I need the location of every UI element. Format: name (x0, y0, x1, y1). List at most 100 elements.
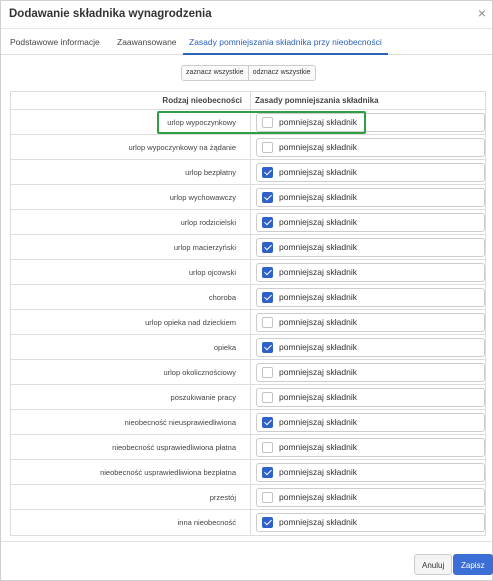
table-row: urlop macierzyński pomniejszaj składnik (11, 235, 485, 260)
reduction-rule-cell: pomniejszaj składnik (250, 260, 487, 285)
close-icon[interactable]: × (478, 6, 486, 20)
reduce-component-checkbox[interactable] (262, 467, 273, 478)
table-row: opieka pomniejszaj składnik (11, 335, 485, 360)
reduction-rule-cell: pomniejszaj składnik (250, 510, 487, 535)
tab-basic-info[interactable]: Podstawowe informacje (4, 29, 106, 55)
table-row: urlop wypoczynkowy pomniejszaj składnik (11, 110, 485, 135)
dialog-titlebar: Dodawanie składnika wynagrodzenia × (1, 1, 492, 29)
reduce-component-checkbox[interactable] (262, 217, 273, 228)
reduce-component-checkbox[interactable] (262, 292, 273, 303)
reduce-component-label: pomniejszaj składnik (279, 142, 357, 152)
reduce-component-field[interactable]: pomniejszaj składnik (256, 338, 485, 357)
reduce-component-checkbox[interactable] (262, 267, 273, 278)
table-row: przestój pomniejszaj składnik (11, 485, 485, 510)
table-row: choroba pomniejszaj składnik (11, 285, 485, 310)
table-body: urlop wypoczynkowy pomniejszaj składnik ur… (11, 110, 485, 535)
reduce-component-field[interactable]: pomniejszaj składnik (256, 513, 485, 532)
reduction-rule-cell: pomniejszaj składnik (250, 210, 487, 235)
reduce-component-label: pomniejszaj składnik (279, 367, 357, 377)
table-row: urlop wychowawczy pomniejszaj składnik (11, 185, 485, 210)
reduce-component-label: pomniejszaj składnik (279, 467, 357, 477)
absence-type-label: nieobecność nieusprawiedliwiona (124, 418, 236, 427)
reduce-component-checkbox[interactable] (262, 417, 273, 428)
reduce-component-field[interactable]: pomniejszaj składnik (256, 188, 485, 207)
table-row: nieobecność usprawiedliwiona płatna pomni… (11, 435, 485, 460)
reduce-component-label: pomniejszaj składnik (279, 167, 357, 177)
reduce-component-label: pomniejszaj składnik (279, 392, 357, 402)
reduce-component-checkbox[interactable] (262, 117, 273, 128)
reduce-component-field[interactable]: pomniejszaj składnik (256, 238, 485, 257)
reduce-component-field[interactable]: pomniejszaj składnik (256, 438, 485, 457)
reduction-rule-cell: pomniejszaj składnik (250, 410, 487, 435)
reduce-component-checkbox[interactable] (262, 492, 273, 503)
absence-type-label: urlop rodzicielski (180, 218, 236, 227)
absence-type-label: urlop bezpłatny (185, 168, 236, 177)
reduce-component-field[interactable]: pomniejszaj składnik (256, 363, 485, 382)
cancel-button[interactable]: Anuluj (414, 554, 453, 575)
reduction-rule-cell: pomniejszaj składnik (250, 385, 487, 410)
deselect-all-button[interactable]: odznacz wszystkie (247, 66, 315, 80)
reduction-rule-cell: pomniejszaj składnik (250, 485, 487, 510)
reduce-component-checkbox[interactable] (262, 167, 273, 178)
reduce-component-field[interactable]: pomniejszaj składnik (256, 488, 485, 507)
table-header: Rodzaj nieobecności Zasady pomniejszania… (11, 92, 485, 110)
table-row: urlop okolicznościowy pomniejszaj składni… (11, 360, 485, 385)
reduction-rule-cell: pomniejszaj składnik (250, 335, 487, 360)
absence-rules-table: Rodzaj nieobecności Zasady pomniejszania… (10, 91, 486, 536)
reduce-component-label: pomniejszaj składnik (279, 192, 357, 202)
reduce-component-checkbox[interactable] (262, 342, 273, 353)
absence-type-label: urlop okolicznościowy (163, 368, 236, 377)
reduction-rule-cell: pomniejszaj składnik (250, 160, 487, 185)
dialog: Dodawanie składnika wynagrodzenia × Pods… (0, 0, 493, 581)
reduce-component-label: pomniejszaj składnik (279, 217, 357, 227)
reduce-component-field[interactable]: pomniejszaj składnik (256, 313, 485, 332)
reduce-component-field[interactable]: pomniejszaj składnik (256, 463, 485, 482)
table-row: urlop ojcowski pomniejszaj składnik (11, 260, 485, 285)
reduce-component-field[interactable]: pomniejszaj składnik (256, 388, 485, 407)
table-row: nieobecność nieusprawiedliwiona pomniejsz… (11, 410, 485, 435)
reduce-component-label: pomniejszaj składnik (279, 492, 357, 502)
absence-type-label: urlop wypoczynkowy na żądanie (128, 143, 236, 152)
reduction-rule-cell: pomniejszaj składnik (250, 235, 487, 260)
reduce-component-checkbox[interactable] (262, 192, 273, 203)
absence-type-label: urlop wypoczynkowy (167, 118, 236, 127)
absence-type-label: opieka (213, 343, 236, 352)
reduce-component-field[interactable]: pomniejszaj składnik (256, 413, 485, 432)
reduce-component-checkbox[interactable] (262, 317, 273, 328)
reduce-component-checkbox[interactable] (262, 142, 273, 153)
reduction-rule-cell: pomniejszaj składnik (250, 110, 487, 135)
reduce-component-checkbox[interactable] (262, 392, 273, 403)
select-toggle-group: zaznacz wszystkie odznacz wszystkie (181, 65, 316, 81)
reduction-rule-cell: pomniejszaj składnik (250, 285, 487, 310)
reduce-component-field[interactable]: pomniejszaj składnik (256, 263, 485, 282)
tab-absence-rules[interactable]: Zasady pomniejszania składnika przy nieo… (183, 29, 388, 55)
absence-type-label: inna nieobecność (177, 518, 236, 527)
reduce-component-checkbox[interactable] (262, 517, 273, 528)
reduce-component-label: pomniejszaj składnik (279, 267, 357, 277)
reduce-component-label: pomniejszaj składnik (279, 242, 357, 252)
reduce-component-field[interactable]: pomniejszaj składnik (256, 113, 485, 132)
column-header-reduction-rule: Zasady pomniejszania składnika (250, 92, 487, 110)
table-row: urlop bezpłatny pomniejszaj składnik (11, 160, 485, 185)
table-row: inna nieobecność pomniejszaj składnik (11, 510, 485, 535)
reduce-component-field[interactable]: pomniejszaj składnik (256, 213, 485, 232)
reduce-component-label: pomniejszaj składnik (279, 417, 357, 427)
reduction-rule-cell: pomniejszaj składnik (250, 460, 487, 485)
reduce-component-checkbox[interactable] (262, 442, 273, 453)
absence-type-label: urlop wychowawczy (169, 193, 236, 202)
reduce-component-checkbox[interactable] (262, 242, 273, 253)
table-row: urlop rodzicielski pomniejszaj składnik (11, 210, 485, 235)
reduce-component-field[interactable]: pomniejszaj składnik (256, 138, 485, 157)
table-row: poszukiwanie pracy pomniejszaj składnik (11, 385, 485, 410)
absence-type-label: przestój (209, 493, 236, 502)
reduce-component-label: pomniejszaj składnik (279, 292, 357, 302)
reduction-rule-cell: pomniejszaj składnik (250, 135, 487, 160)
reduce-component-field[interactable]: pomniejszaj składnik (256, 288, 485, 307)
tab-advanced[interactable]: Zaawansowane (111, 29, 183, 55)
reduce-component-field[interactable]: pomniejszaj składnik (256, 163, 485, 182)
select-all-button[interactable]: zaznacz wszystkie (182, 66, 248, 80)
reduction-rule-cell: pomniejszaj składnik (250, 185, 487, 210)
absence-type-label: poszukiwanie pracy (170, 393, 236, 402)
save-button[interactable]: Zapisz (453, 554, 493, 575)
reduce-component-checkbox[interactable] (262, 367, 273, 378)
